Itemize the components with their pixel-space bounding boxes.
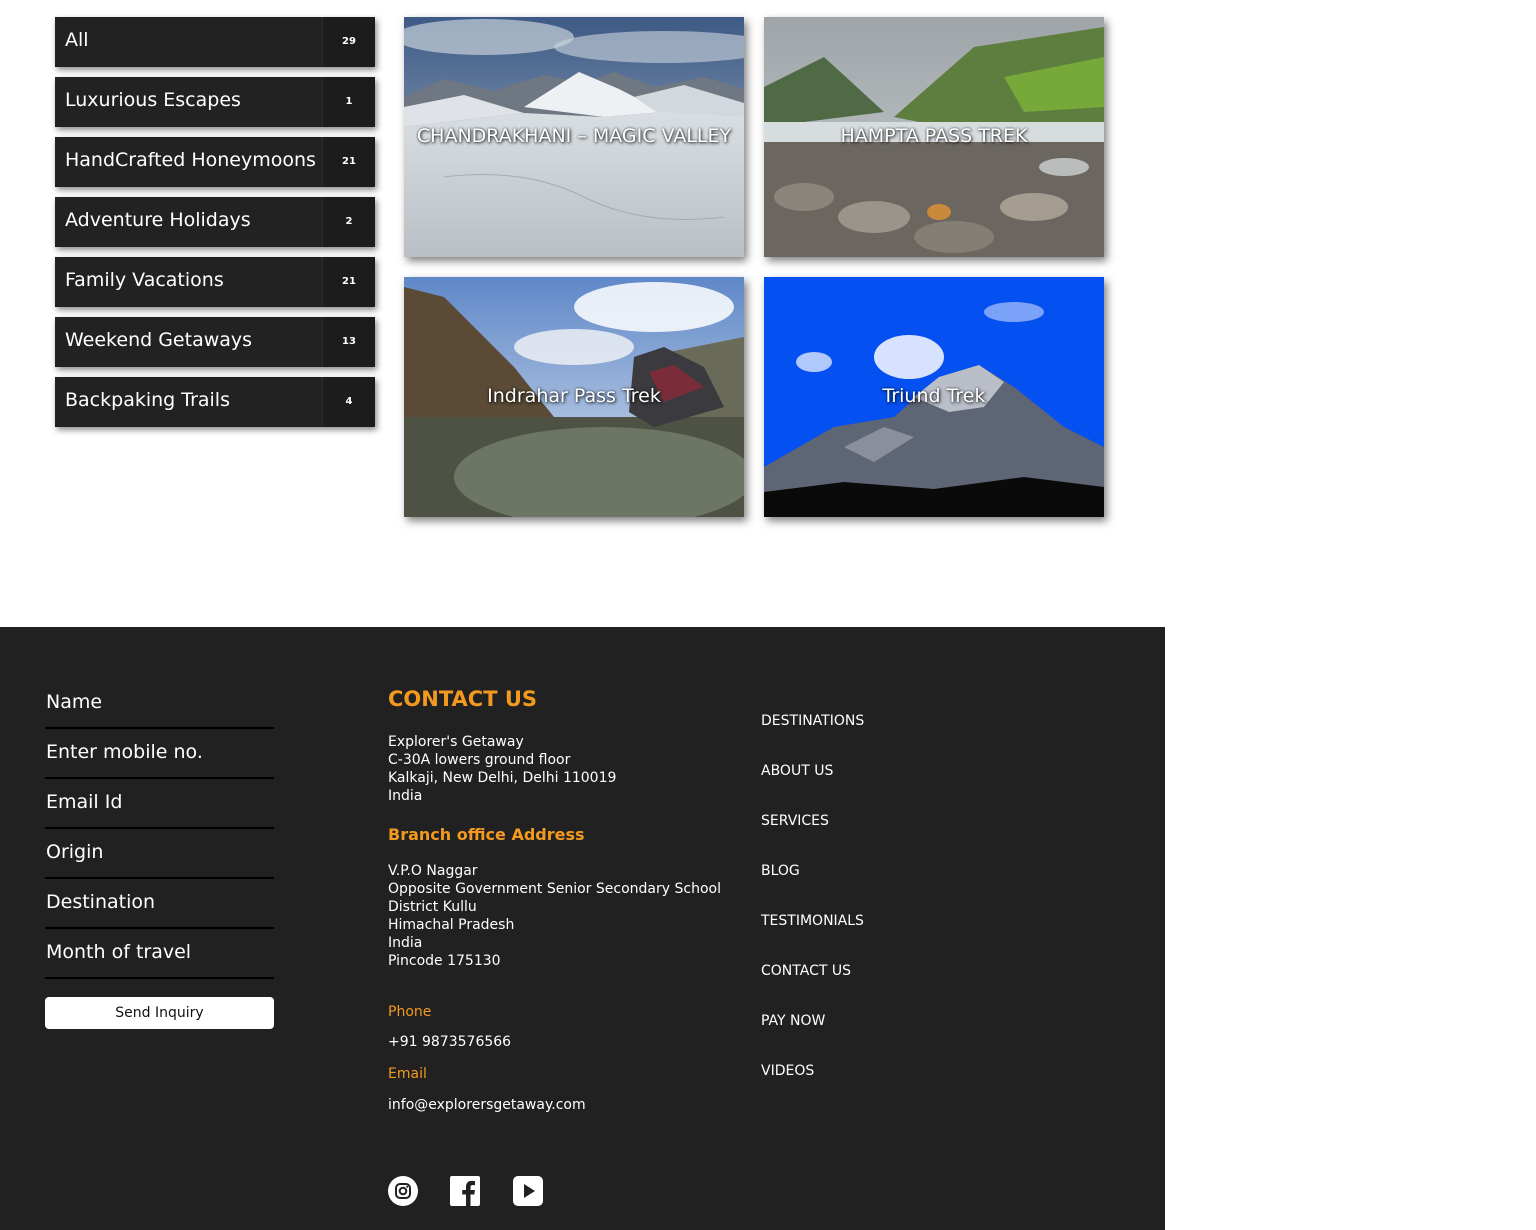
address-line: C-30A lowers ground floor bbox=[388, 752, 571, 768]
mobile-input[interactable] bbox=[45, 729, 275, 775]
nav-link-pay-now[interactable]: PAY NOW bbox=[761, 1013, 825, 1029]
tour-card-triund[interactable]: Triund Trek bbox=[764, 277, 1104, 517]
contact-section: CONTACT US Explorer's Getaway C-30A lowe… bbox=[388, 687, 748, 1113]
tour-card-chandrakhani[interactable]: CHANDRAKHANI – MAGIC VALLEY bbox=[404, 17, 744, 257]
category-item-luxurious-escapes[interactable]: Luxurious Escapes 1 bbox=[55, 77, 375, 127]
category-label: Luxurious Escapes bbox=[65, 89, 241, 111]
nav-link-about-us[interactable]: ABOUT US bbox=[761, 763, 833, 779]
youtube-icon[interactable] bbox=[513, 1176, 543, 1206]
tour-card-hampta-pass[interactable]: HAMPTA PASS TREK bbox=[764, 17, 1104, 257]
send-inquiry-button[interactable]: Send Inquiry bbox=[45, 997, 274, 1029]
category-item-handcrafted-honeymoons[interactable]: HandCrafted Honeymoons 21 bbox=[55, 137, 375, 187]
mobile-field[interactable] bbox=[45, 729, 275, 779]
nav-link-blog[interactable]: BLOG bbox=[761, 863, 800, 879]
category-count-badge: 13 bbox=[322, 317, 375, 367]
month-of-travel-field[interactable] bbox=[45, 929, 275, 979]
category-item-family-vacations[interactable]: Family Vacations 21 bbox=[55, 257, 375, 307]
branch-address-line: Opposite Government Senior Secondary Sch… bbox=[388, 881, 721, 897]
category-item-weekend-getaways[interactable]: Weekend Getaways 13 bbox=[55, 317, 375, 367]
phone-number[interactable]: +91 9873576566 bbox=[388, 1034, 748, 1050]
tour-card-title: CHANDRAKHANI – MAGIC VALLEY bbox=[416, 125, 732, 147]
category-item-all[interactable]: All 29 bbox=[55, 17, 375, 67]
nav-link-destinations[interactable]: DESTINATIONS bbox=[761, 713, 864, 729]
category-label: Adventure Holidays bbox=[65, 209, 251, 231]
email-label: Email bbox=[388, 1066, 427, 1082]
branch-address-line: Himachal Pradesh bbox=[388, 917, 515, 933]
category-label: Backpaking Trails bbox=[65, 389, 230, 411]
category-count-badge: 21 bbox=[322, 137, 375, 187]
name-field[interactable] bbox=[45, 679, 275, 729]
category-item-adventure-holidays[interactable]: Adventure Holidays 2 bbox=[55, 197, 375, 247]
category-item-backpaking-trails[interactable]: Backpaking Trails 4 bbox=[55, 377, 375, 427]
nav-link-services[interactable]: SERVICES bbox=[761, 813, 829, 829]
destination-input[interactable] bbox=[45, 879, 275, 925]
category-label: Family Vacations bbox=[65, 269, 224, 291]
tour-card-title: HAMPTA PASS TREK bbox=[840, 125, 1028, 147]
address-line: Explorer's Getaway bbox=[388, 734, 524, 750]
branch-address-line: V.P.O Naggar bbox=[388, 863, 478, 879]
instagram-icon[interactable] bbox=[388, 1176, 418, 1206]
origin-field[interactable] bbox=[45, 829, 275, 879]
category-count-badge: 21 bbox=[322, 257, 375, 307]
nav-link-videos[interactable]: VIDEOS bbox=[761, 1063, 814, 1079]
category-label: HandCrafted Honeymoons bbox=[65, 149, 316, 171]
tour-card-indrahar-pass[interactable]: Indrahar Pass Trek bbox=[404, 277, 744, 517]
tour-card-title: Triund Trek bbox=[882, 385, 986, 407]
email-input[interactable] bbox=[45, 779, 275, 825]
category-list: All 29 Luxurious Escapes 1 HandCrafted H… bbox=[55, 17, 375, 437]
phone-label: Phone bbox=[388, 1004, 432, 1020]
category-label: All bbox=[65, 29, 89, 51]
email-address[interactable]: info@explorersgetaway.com bbox=[388, 1097, 748, 1113]
origin-input[interactable] bbox=[45, 829, 275, 875]
category-count-badge: 4 bbox=[322, 377, 375, 427]
address-line: Kalkaji, New Delhi, Delhi 110019 bbox=[388, 770, 617, 786]
nav-link-contact-us[interactable]: CONTACT US bbox=[761, 963, 851, 979]
tour-card-title: Indrahar Pass Trek bbox=[487, 385, 661, 407]
category-label: Weekend Getaways bbox=[65, 329, 253, 351]
email-field[interactable] bbox=[45, 779, 275, 829]
name-input[interactable] bbox=[45, 679, 275, 725]
contact-heading: CONTACT US bbox=[388, 687, 538, 711]
destination-field[interactable] bbox=[45, 879, 275, 929]
month-of-travel-input[interactable] bbox=[45, 929, 275, 975]
branch-address-line: Pincode 175130 bbox=[388, 953, 501, 969]
footer: Send Inquiry CONTACT US Explorer's Getaw… bbox=[0, 627, 1165, 1230]
branch-address-line: India bbox=[388, 935, 423, 951]
category-count-badge: 29 bbox=[322, 17, 375, 67]
nav-link-testimonials[interactable]: TESTIMONIALS bbox=[761, 913, 864, 929]
category-count-badge: 1 bbox=[322, 77, 375, 127]
branch-address-line: District Kullu bbox=[388, 899, 477, 915]
facebook-icon[interactable] bbox=[450, 1176, 480, 1206]
branch-heading: Branch office Address bbox=[388, 825, 585, 844]
address-line: India bbox=[388, 788, 423, 804]
category-count-badge: 2 bbox=[322, 197, 375, 247]
